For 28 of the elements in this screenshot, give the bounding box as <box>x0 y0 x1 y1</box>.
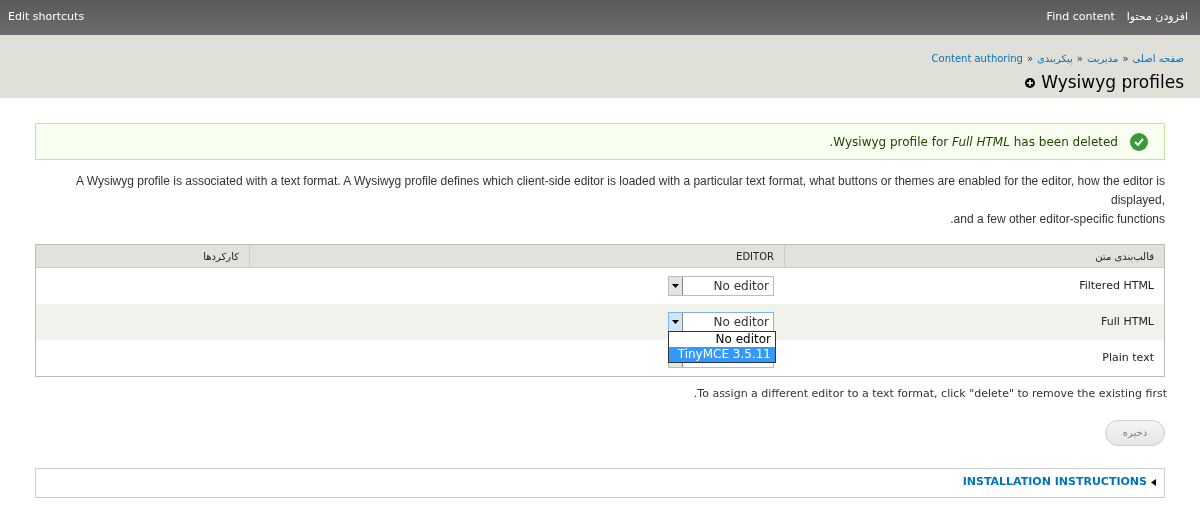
editor-select[interactable]: No editor <box>668 276 774 296</box>
format-name: Plain text <box>1102 349 1154 366</box>
breadcrumb-link[interactable]: مدیریت <box>1086 51 1119 66</box>
toolbar-link[interactable]: افزودن محتوا <box>1126 9 1188 26</box>
hint-text: .To assign a different editor to a text format, click "delete" to remove the existing first <box>692 386 1167 402</box>
format-name: Full HTML <box>1101 313 1154 330</box>
toolbar-link[interactable]: Find content <box>1046 9 1115 26</box>
column-header: EDITOR <box>736 249 774 264</box>
breadcrumb-link[interactable]: صفحه اصلی <box>1132 51 1184 66</box>
editor-select[interactable]: No editor <box>668 312 774 332</box>
fieldset-header[interactable]: INSTALLATION INSTRUCTIONS <box>35 467 1165 498</box>
breadcrumb-separator: » <box>1076 52 1083 66</box>
dropdown-option[interactable]: TinyMCE 3.5.11 <box>669 347 775 362</box>
description-text: A Wysiwyg profile is associated with a text format. A Wysiwyg profile defines which client-side editor is loaded with a particular text format, what buttons or themes are enabled for the editor, how the editor is displayed, .and a few other editor-specific functions <box>75 173 1165 228</box>
page-title: Wysiwyg profiles <box>1041 71 1184 94</box>
check-icon <box>1130 132 1148 151</box>
column-header: قالب‌بندی متن <box>1095 249 1154 264</box>
breadcrumb-separator: » <box>1026 52 1034 66</box>
status-text: .Wysiwyg profile for Full HTML has been deleted <box>829 133 1118 151</box>
breadcrumb-link[interactable]: پیکربندی <box>1037 51 1073 66</box>
format-name: Filtered HTML <box>1079 277 1154 294</box>
breadcrumb-link[interactable]: Content authoring <box>931 51 1023 66</box>
save-button[interactable]: ذخیره <box>1105 419 1165 446</box>
breadcrumb-separator: » <box>1122 52 1129 66</box>
toolbar-link[interactable]: Edit shortcuts <box>8 9 85 26</box>
dropdown-option[interactable]: No editor <box>669 332 775 347</box>
column-header: کارکردها <box>203 249 239 264</box>
add-icon[interactable] <box>1025 77 1036 88</box>
